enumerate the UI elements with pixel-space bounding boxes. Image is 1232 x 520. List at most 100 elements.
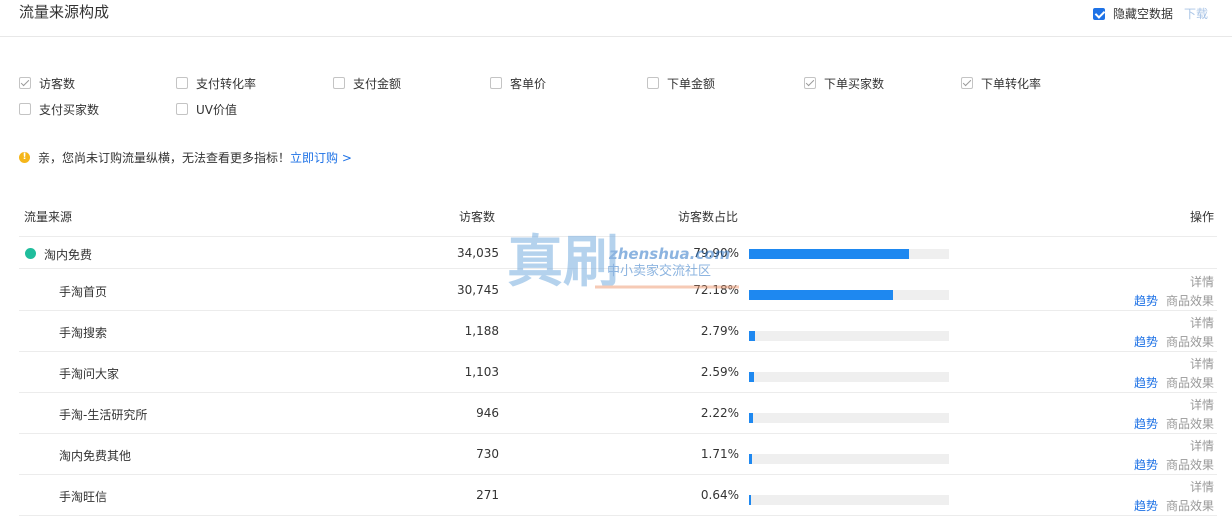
metric-checkbox[interactable] <box>19 77 31 89</box>
ratio-value: 79.90% <box>693 246 739 260</box>
trend-link[interactable]: 趋势 <box>1134 415 1158 432</box>
expand-dot-icon[interactable] <box>25 248 36 259</box>
metric-checkbox[interactable] <box>961 77 973 89</box>
metric-checkbox[interactable] <box>176 103 188 115</box>
goods-effect-link[interactable]: 商品效果 <box>1166 415 1214 432</box>
trend-link[interactable]: 趋势 <box>1134 292 1158 309</box>
metric-label: 下单买家数 <box>824 76 885 91</box>
metric-label: UV价值 <box>196 102 237 117</box>
table-row: 手淘问大家 1,103 2.59% 详情趋势 商品效果 <box>19 352 1217 393</box>
hide-empty-checkbox[interactable]: 隐藏空数据 <box>1093 5 1173 22</box>
metric-checkbox[interactable] <box>804 77 816 89</box>
detail-link[interactable]: 详情 <box>1190 478 1214 495</box>
ratio-bar-fill <box>749 331 755 341</box>
metric-label: 客单价 <box>510 76 547 91</box>
detail-link[interactable]: 详情 <box>1190 396 1214 413</box>
visitors-value: 1,188 <box>464 324 499 338</box>
col-ratio[interactable]: 访客数占比 <box>678 208 738 225</box>
table-row: 淘内免费其他 730 1.71% 详情趋势 商品效果 <box>19 434 1217 475</box>
trend-link[interactable]: 趋势 <box>1134 456 1158 473</box>
notice-text: 亲，您尚未订购流量纵横，无法查看更多指标！ <box>38 151 291 165</box>
subscription-notice: ! 亲，您尚未订购流量纵横，无法查看更多指标！ 立即订购 > <box>19 149 352 166</box>
metric-checkbox[interactable] <box>333 77 345 89</box>
header: 流量来源构成 隐藏空数据 下载 <box>0 0 1232 37</box>
goods-effect-link[interactable]: 商品效果 <box>1166 456 1214 473</box>
ratio-bar-fill <box>749 413 754 423</box>
table-row: 手淘-生活研究所 946 2.22% 详情趋势 商品效果 <box>19 393 1217 434</box>
source-name: 手淘首页 <box>59 285 108 299</box>
ratio-bar <box>749 331 949 341</box>
metric-option[interactable]: UV价值 <box>176 101 237 117</box>
visitors-value: 730 <box>476 447 499 461</box>
metric-label: 访客数 <box>39 76 76 91</box>
goods-effect-link[interactable]: 商品效果 <box>1166 333 1214 350</box>
ratio-value: 0.64% <box>700 488 739 502</box>
metric-option[interactable]: 客单价 <box>490 75 546 91</box>
ratio-value: 2.59% <box>700 365 739 379</box>
source-name: 淘内免费 <box>44 248 93 262</box>
ratio-bar <box>749 495 949 505</box>
source-name: 手淘-生活研究所 <box>59 408 148 422</box>
goods-effect-link[interactable]: 商品效果 <box>1166 292 1214 309</box>
visitors-value: 34,035 <box>457 246 499 260</box>
metric-checkbox[interactable] <box>19 103 31 115</box>
ratio-value: 1.71% <box>700 447 739 461</box>
ratio-value: 2.79% <box>700 324 739 338</box>
col-ops: 操作 <box>1190 210 1215 224</box>
source-name: 手淘问大家 <box>59 367 120 381</box>
metric-option[interactable]: 访客数 <box>19 75 75 91</box>
goods-effect-link[interactable]: 商品效果 <box>1166 497 1214 514</box>
metric-checkbox[interactable] <box>647 77 659 89</box>
ratio-bar <box>749 290 949 300</box>
checkbox-icon[interactable] <box>1093 7 1105 20</box>
metric-option[interactable]: 支付转化率 <box>176 75 256 91</box>
metric-label: 支付买家数 <box>39 102 100 117</box>
detail-link[interactable]: 详情 <box>1190 273 1214 290</box>
metric-checkbox[interactable] <box>176 77 188 89</box>
trend-link[interactable]: 趋势 <box>1134 333 1158 350</box>
visitors-value: 1,103 <box>464 365 499 379</box>
ratio-bar-fill <box>749 290 894 300</box>
detail-link[interactable]: 详情 <box>1190 437 1214 454</box>
ratio-bar <box>749 249 949 259</box>
table-row: 手淘搜索 1,188 2.79% 详情趋势 商品效果 <box>19 311 1217 352</box>
table-row: 手淘首页 30,745 72.18% 详情趋势 商品效果 <box>19 270 1217 311</box>
subscribe-link[interactable]: 立即订购 > <box>290 149 352 166</box>
ratio-bar-fill <box>749 372 755 382</box>
trend-link[interactable]: 趋势 <box>1134 497 1158 514</box>
source-name: 手淘搜索 <box>59 326 108 340</box>
metric-label: 支付金额 <box>353 76 402 91</box>
ratio-bar-fill <box>749 495 751 505</box>
download-button[interactable]: 下载 <box>1184 5 1208 22</box>
source-name: 淘内免费其他 <box>59 449 132 463</box>
ratio-bar-fill <box>749 249 909 259</box>
ratio-bar-fill <box>749 454 753 464</box>
hide-empty-label: 隐藏空数据 <box>1113 7 1174 21</box>
metric-option[interactable]: 支付金额 <box>333 75 401 91</box>
ratio-bar <box>749 372 949 382</box>
detail-link[interactable]: 详情 <box>1190 355 1214 372</box>
ratio-bar <box>749 413 949 423</box>
metric-label: 下单转化率 <box>981 76 1042 91</box>
metric-option[interactable]: 支付买家数 <box>19 101 99 117</box>
source-name: 手淘旺信 <box>59 490 108 504</box>
ratio-bar <box>749 454 949 464</box>
visitors-value: 271 <box>476 488 499 502</box>
col-source: 流量来源 <box>24 210 73 224</box>
ratio-value: 72.18% <box>693 283 739 297</box>
table-header: 流量来源 访客数 访客数占比 操作 <box>19 199 1217 237</box>
detail-link[interactable]: 详情 <box>1190 314 1214 331</box>
table-row-parent: 淘内免费 34,035 79.90% <box>19 237 1217 269</box>
goods-effect-link[interactable]: 商品效果 <box>1166 374 1214 391</box>
trend-link[interactable]: 趋势 <box>1134 374 1158 391</box>
metric-option[interactable]: 下单买家数 <box>804 75 884 91</box>
metric-option[interactable]: 下单转化率 <box>961 75 1041 91</box>
metric-option[interactable]: 下单金额 <box>647 75 715 91</box>
warning-icon: ! <box>19 152 30 163</box>
col-visitors[interactable]: 访客数 <box>459 208 495 225</box>
visitors-value: 30,745 <box>457 283 499 297</box>
metric-checkbox[interactable] <box>490 77 502 89</box>
visitors-value: 946 <box>476 406 499 420</box>
metric-label: 支付转化率 <box>196 76 257 91</box>
ratio-value: 2.22% <box>700 406 739 420</box>
